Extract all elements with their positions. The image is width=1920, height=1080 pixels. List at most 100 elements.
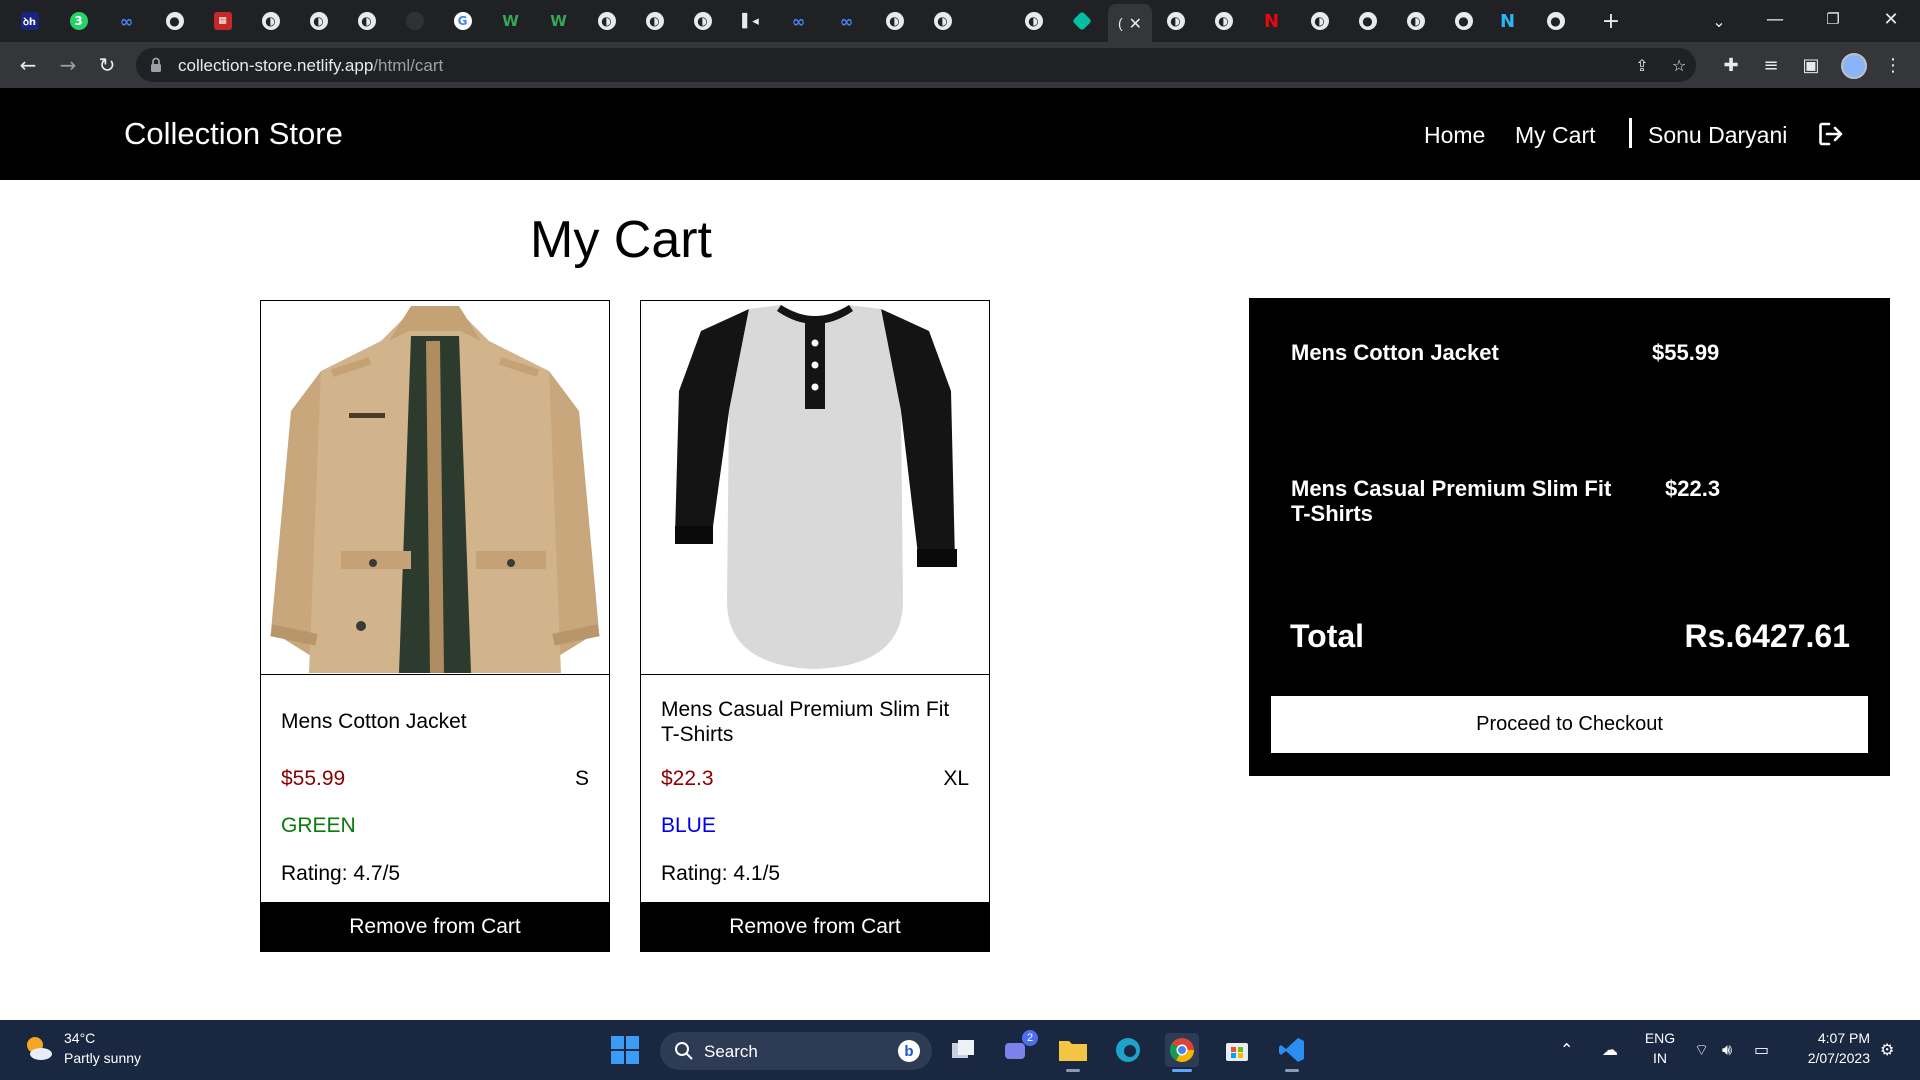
tab-1[interactable]: ꝺh xyxy=(6,0,53,42)
browser-toolbar: ← → ↻ collection-store.netlify.app/html/… xyxy=(0,42,1920,88)
tab-8[interactable]: ◐ xyxy=(343,0,390,42)
remove-from-cart-button[interactable]: Remove from Cart xyxy=(260,902,610,952)
close-tab-icon[interactable]: ✕ xyxy=(1129,14,1142,33)
tab-18[interactable]: ∞ xyxy=(823,0,870,42)
file-explorer-button[interactable] xyxy=(1056,1033,1090,1072)
tab-6[interactable]: ◐ xyxy=(247,0,294,42)
tab-22[interactable] xyxy=(1058,0,1105,42)
tab-19[interactable]: ◐ xyxy=(871,0,918,42)
tab-9[interactable] xyxy=(391,0,438,42)
tab-29[interactable]: ◐ xyxy=(1392,0,1439,42)
tab-16[interactable]: ▌◂ xyxy=(727,0,774,42)
region-indicator[interactable]: IN xyxy=(1640,1050,1680,1066)
tab-21[interactable]: ◐ xyxy=(1010,0,1057,42)
nav-link-my-cart[interactable]: My Cart xyxy=(1515,122,1596,149)
tab-10[interactable]: G xyxy=(439,0,486,42)
bing-icon[interactable]: b xyxy=(898,1040,920,1062)
forward-arrow-icon[interactable]: → xyxy=(54,51,82,79)
battery-icon[interactable]: ▭ xyxy=(1754,1040,1769,1059)
github-icon: ● xyxy=(1546,12,1565,30)
brand-logo[interactable]: Collection Store xyxy=(124,116,343,152)
menu-kebab-icon[interactable]: ⋮ xyxy=(1879,51,1907,79)
restore-icon[interactable]: ❐ xyxy=(1818,4,1848,34)
tab-20[interactable]: ◐ xyxy=(919,0,966,42)
profile-avatar[interactable] xyxy=(1841,53,1867,79)
notification-bell-icon[interactable]: ⚙ xyxy=(1880,1040,1894,1059)
remove-from-cart-button[interactable]: Remove from Cart xyxy=(640,902,990,952)
nav-user-name[interactable]: Sonu Daryani xyxy=(1648,122,1787,149)
tab-13[interactable]: ◐ xyxy=(583,0,630,42)
taskbar-search[interactable]: Search b xyxy=(660,1032,932,1070)
tab-26[interactable]: N xyxy=(1248,0,1295,42)
globe-icon: ◐ xyxy=(693,12,712,30)
globe-icon: ◐ xyxy=(1214,12,1233,30)
close-window-icon[interactable]: ✕ xyxy=(1876,4,1906,34)
onedrive-warning-icon[interactable]: ☁ xyxy=(1602,1040,1618,1059)
weather-description[interactable]: Partly sunny xyxy=(64,1050,141,1066)
extensions-puzzle-icon[interactable]: ✚ xyxy=(1717,51,1745,79)
tab-32[interactable]: ● xyxy=(1532,0,1579,42)
proceed-to-checkout-button[interactable]: Proceed to Checkout xyxy=(1271,696,1868,753)
tab-17[interactable]: ∞ xyxy=(775,0,822,42)
logout-icon[interactable] xyxy=(1818,121,1844,147)
tab-5[interactable]: ▦ xyxy=(199,0,246,42)
bookmark-star-icon[interactable]: ☆ xyxy=(1668,54,1690,76)
product-price: $22.3 xyxy=(661,767,714,790)
globe-icon: ◐ xyxy=(1310,12,1329,30)
tab-4[interactable]: ● xyxy=(151,0,198,42)
edge-button[interactable] xyxy=(1111,1033,1145,1067)
show-hidden-icons-chevron-icon[interactable]: ⌃ xyxy=(1560,1040,1573,1059)
start-button[interactable] xyxy=(608,1033,642,1067)
w-icon: W xyxy=(550,12,567,30)
active-tab-favicon-icon: ( xyxy=(1117,15,1123,31)
wifi-icon[interactable]: ⌔ xyxy=(1694,1040,1709,1060)
teams-chat-button[interactable]: 2 xyxy=(1000,1030,1038,1067)
url-host: collection-store.netlify.app xyxy=(178,56,374,75)
tab-14[interactable]: ◐ xyxy=(631,0,678,42)
nav-divider xyxy=(1629,118,1632,148)
tab-15[interactable]: ◐ xyxy=(679,0,726,42)
globe-icon: ◐ xyxy=(309,12,328,30)
weather-temperature[interactable]: 34°C xyxy=(64,1030,95,1046)
tab-12[interactable]: W xyxy=(535,0,582,42)
globe-icon: ◐ xyxy=(885,12,904,30)
summary-total-label: Total xyxy=(1290,618,1365,654)
vscode-button[interactable] xyxy=(1275,1033,1309,1072)
media-queue-icon[interactable]: ≡ xyxy=(1757,51,1785,79)
tab-11[interactable]: W xyxy=(487,0,534,42)
weather-partly-sunny-icon[interactable] xyxy=(22,1032,54,1064)
clock-date[interactable]: 2/07/2023 xyxy=(1790,1050,1870,1066)
tab-active[interactable]: ( ✕ xyxy=(1108,4,1152,42)
tab-27[interactable]: ◐ xyxy=(1296,0,1343,42)
reload-icon[interactable]: ↻ xyxy=(93,51,121,79)
store-icon xyxy=(1226,1043,1248,1061)
product-color: GREEN xyxy=(281,814,356,837)
tab-7[interactable]: ◐ xyxy=(295,0,342,42)
minimize-icon[interactable]: — xyxy=(1760,4,1790,34)
tab-search-chevron-icon[interactable]: ⌄ xyxy=(1706,8,1732,34)
tab-28[interactable]: ● xyxy=(1344,0,1391,42)
summary-item-price: $22.3 xyxy=(1665,476,1721,501)
vscode-icon xyxy=(1279,1038,1304,1062)
product-price: $55.99 xyxy=(281,767,346,790)
volume-icon[interactable]: 🔊︎ xyxy=(1722,1040,1732,1060)
tab-30[interactable]: ● xyxy=(1440,0,1487,42)
tab-2[interactable]: 3 xyxy=(55,0,102,42)
language-indicator[interactable]: ENG xyxy=(1640,1030,1680,1046)
tab-3[interactable]: ∞ xyxy=(103,0,150,42)
new-tab-plus-icon[interactable]: + xyxy=(1598,8,1624,34)
side-panel-icon[interactable]: ▣ xyxy=(1797,51,1825,79)
share-icon[interactable]: ⇪ xyxy=(1631,54,1653,76)
address-bar[interactable]: collection-store.netlify.app/html/cart ⇪… xyxy=(136,48,1696,82)
store-button[interactable] xyxy=(1220,1033,1254,1067)
tab-24[interactable]: ◐ xyxy=(1152,0,1199,42)
nav-link-home[interactable]: Home xyxy=(1424,122,1485,149)
tab-25[interactable]: ◐ xyxy=(1200,0,1247,42)
notification-badge: 2 xyxy=(1022,1030,1038,1046)
order-summary-panel: Mens Cotton Jacket $55.99 Mens Casual Pr… xyxy=(1249,298,1890,776)
chrome-button[interactable] xyxy=(1165,1033,1199,1072)
task-view-button[interactable] xyxy=(946,1033,980,1067)
tab-31[interactable]: N xyxy=(1484,0,1531,42)
back-arrow-icon[interactable]: ← xyxy=(14,51,42,79)
clock-time[interactable]: 4:07 PM xyxy=(1790,1030,1870,1046)
